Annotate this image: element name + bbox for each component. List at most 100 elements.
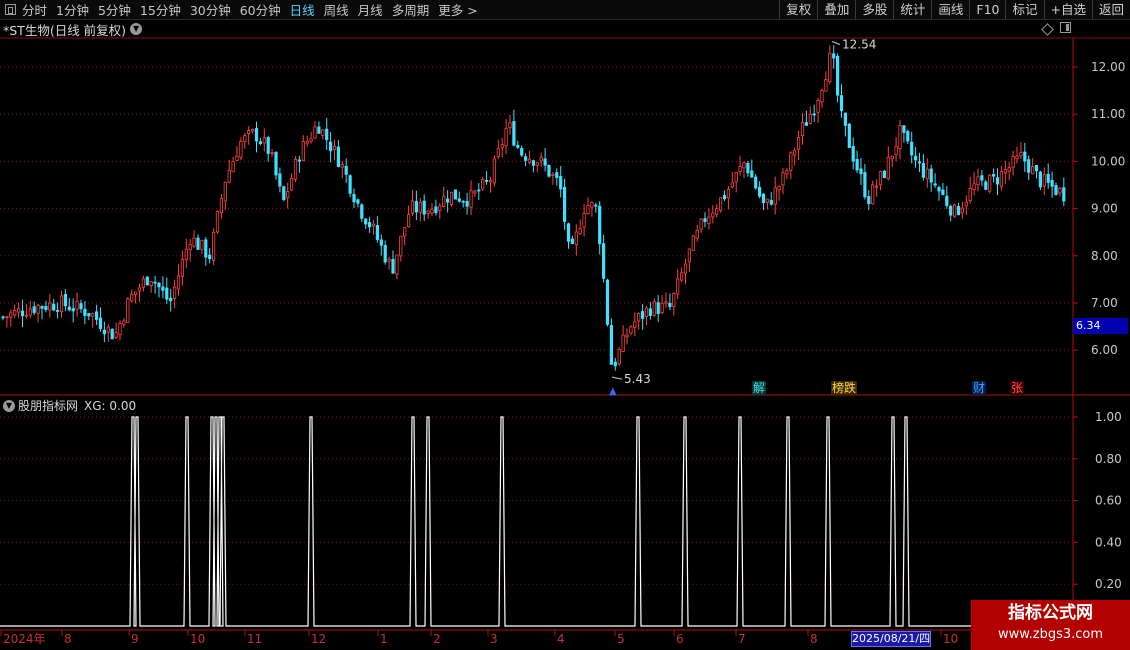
candle-body xyxy=(1031,166,1035,175)
candle-body xyxy=(266,137,270,154)
candle-body xyxy=(247,130,251,134)
candle-body xyxy=(937,187,941,192)
signal-finance[interactable]: 财 xyxy=(972,381,987,395)
candle-body xyxy=(87,312,91,317)
candle-body xyxy=(668,302,672,308)
candle-body xyxy=(422,200,426,215)
candle-body xyxy=(734,172,738,183)
signal-rise[interactable]: 张 xyxy=(1010,381,1025,395)
candle-body xyxy=(742,162,746,169)
candle-body xyxy=(1058,187,1062,194)
candle-body xyxy=(418,202,422,213)
price-tick-label: 7.00 xyxy=(1091,296,1118,310)
candle-body xyxy=(71,308,75,312)
indicator-tick-label: 0.80 xyxy=(1095,452,1122,466)
candle-body xyxy=(527,158,532,163)
candle-body xyxy=(594,204,598,207)
candle-body xyxy=(847,123,851,149)
candle-body xyxy=(820,90,824,103)
candle-body xyxy=(356,199,360,204)
candle-body xyxy=(24,314,29,317)
candle-body xyxy=(516,144,520,148)
candle-body xyxy=(28,308,32,316)
candle-body xyxy=(559,176,563,190)
candle-body xyxy=(984,181,988,190)
price-tick-label: 10.00 xyxy=(1091,154,1125,168)
candle-body xyxy=(309,138,313,142)
signal-ranking-drop[interactable]: 榜跌 xyxy=(831,381,858,395)
candle-body xyxy=(496,148,500,158)
candle-body xyxy=(898,125,902,149)
candle-body xyxy=(114,332,118,338)
candle-body xyxy=(797,137,801,150)
candle-body xyxy=(258,141,263,144)
candle-body xyxy=(215,211,220,233)
candle-body xyxy=(672,293,676,307)
candle-body xyxy=(843,112,848,126)
indicator-tick-label: 0.60 xyxy=(1095,494,1122,508)
candle-body xyxy=(98,317,103,329)
candle-body xyxy=(387,258,391,262)
candle-body xyxy=(336,146,341,167)
candle-body xyxy=(344,165,348,175)
candle-body xyxy=(871,184,875,205)
candle-body xyxy=(442,196,446,207)
candle-body xyxy=(1054,185,1058,195)
candle-body xyxy=(172,286,177,299)
candle-body xyxy=(551,173,555,176)
candle-body xyxy=(1,316,5,319)
time-tick-label: 1 xyxy=(380,632,388,646)
candle-body xyxy=(964,201,968,207)
candle-body xyxy=(531,160,536,166)
candle-body xyxy=(773,187,777,205)
price-tick-label: 8.00 xyxy=(1091,249,1118,263)
candle-body xyxy=(325,128,329,141)
candle-body xyxy=(254,128,259,142)
chart-canvas[interactable]: 12.0011.0010.009.008.007.006.0012.545.43… xyxy=(0,0,1130,650)
price-tick-label: 9.00 xyxy=(1091,202,1118,216)
candle-body xyxy=(1046,173,1050,183)
candle-body xyxy=(477,189,481,192)
candle-body xyxy=(711,212,715,218)
candle-body xyxy=(321,129,325,136)
candle-body xyxy=(625,334,629,338)
candle-body xyxy=(699,218,703,230)
candle-body xyxy=(765,198,770,203)
candle-body xyxy=(391,258,395,274)
candle-body xyxy=(165,287,169,300)
candle-body xyxy=(406,214,411,228)
candle-body xyxy=(824,79,828,92)
current-price-label: 6.34 xyxy=(1073,318,1128,334)
candle-body xyxy=(637,313,641,322)
candle-body xyxy=(184,248,188,261)
candle-body xyxy=(863,172,867,198)
site-watermark: 指标公式网 www.zbgs3.com xyxy=(971,600,1130,650)
candle-body xyxy=(414,201,419,213)
candle-body xyxy=(738,166,742,172)
candle-body xyxy=(992,174,996,177)
candle-body xyxy=(262,137,266,144)
candle-body xyxy=(504,128,508,146)
candle-body xyxy=(208,254,212,260)
candle-body xyxy=(286,191,290,199)
candle-body xyxy=(63,293,67,307)
candle-body xyxy=(16,308,21,313)
candle-body xyxy=(777,186,781,191)
candle-body xyxy=(641,311,645,319)
chevron-down-icon[interactable]: ▼ xyxy=(3,399,15,412)
time-tick-label: 10 xyxy=(190,632,205,646)
candle-body xyxy=(1023,151,1027,162)
candle-body xyxy=(882,170,887,178)
candle-body xyxy=(941,189,945,196)
candle-body xyxy=(629,326,633,334)
candle-body xyxy=(317,126,321,134)
candle-body xyxy=(348,175,352,194)
candle-body xyxy=(438,205,442,211)
candle-body xyxy=(32,306,36,313)
candle-body xyxy=(20,310,25,317)
candle-body xyxy=(430,208,434,214)
high-price-label: 12.54 xyxy=(842,38,876,52)
candle-body xyxy=(488,180,493,183)
signal-unlock[interactable]: 解 xyxy=(752,381,767,395)
candle-body xyxy=(239,140,243,158)
